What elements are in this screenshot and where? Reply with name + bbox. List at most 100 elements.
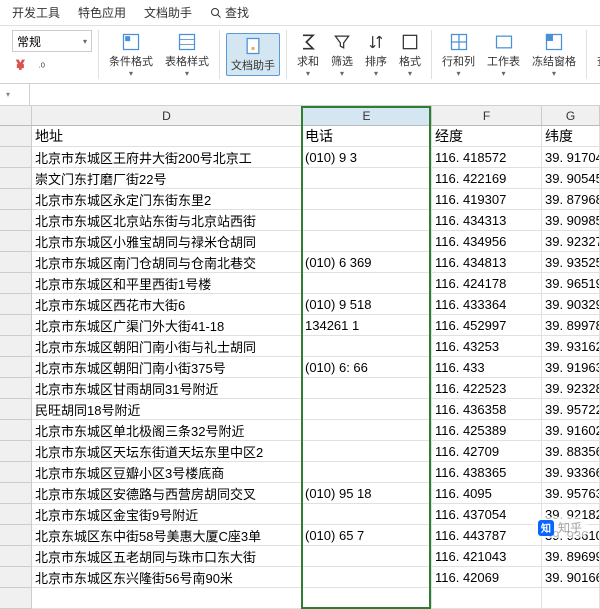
decimal-inc-button[interactable]: .0	[36, 54, 58, 76]
row-header[interactable]	[0, 147, 32, 168]
cell[interactable]	[302, 210, 432, 230]
cell[interactable]: 北京市东城区西花市大街6	[32, 294, 302, 314]
cell[interactable]: 经度	[432, 126, 542, 146]
number-format-combo[interactable]: 常规 ▾	[12, 30, 92, 52]
cell[interactable]: 39. 883564	[542, 441, 600, 461]
cell[interactable]: 39. 95722	[542, 399, 600, 419]
cell[interactable]: 北京市东城区朝阳门南小街与礼士胡同	[32, 336, 302, 356]
row-header[interactable]	[0, 567, 32, 588]
cell[interactable]	[302, 546, 432, 566]
cell[interactable]	[302, 189, 432, 209]
cell[interactable]: 39. 933665	[542, 462, 600, 482]
row-header[interactable]	[0, 336, 32, 357]
col-header-G[interactable]: G	[542, 106, 600, 125]
cell[interactable]	[302, 273, 432, 293]
cell[interactable]: 北京市东城区单北极阁三条32号附近	[32, 420, 302, 440]
cell[interactable]: 39. 879684	[542, 189, 600, 209]
cell[interactable]: 纬度	[542, 126, 600, 146]
cell[interactable]: 116. 43253	[432, 336, 542, 356]
cell[interactable]	[32, 588, 302, 608]
cell[interactable]: 北京市东城区永定门东街东里2	[32, 189, 302, 209]
row-header[interactable]	[0, 462, 32, 483]
cell[interactable]	[542, 588, 600, 608]
cell[interactable]: 北京市东城区广渠门外大街41-18	[32, 315, 302, 335]
row-header[interactable]	[0, 546, 32, 567]
cell[interactable]: 北京市东城区天坛东街道天坛东里中区2	[32, 441, 302, 461]
col-header-E[interactable]: E	[302, 106, 432, 125]
cell[interactable]: 116. 433364	[432, 294, 542, 314]
cell[interactable]: 地址	[32, 126, 302, 146]
cell[interactable]: 39. 957637	[542, 483, 600, 503]
cell[interactable]	[302, 504, 432, 524]
cell[interactable]	[302, 588, 432, 608]
menu-doc-helper[interactable]: 文档助手	[144, 4, 192, 21]
cell[interactable]	[302, 336, 432, 356]
row-header[interactable]	[0, 504, 32, 525]
cell[interactable]: 116. 438365	[432, 462, 542, 482]
table-style-button[interactable]: 表格样式 ▾	[161, 30, 213, 80]
doc-helper-button[interactable]: 文档助手	[226, 33, 280, 76]
cond-format-button[interactable]: 条件格式 ▾	[105, 30, 157, 80]
row-header[interactable]	[0, 294, 32, 315]
cell[interactable]: 北京市东城区和平里西街1号楼	[32, 273, 302, 293]
cell[interactable]: 39. 916025	[542, 420, 600, 440]
menu-dev-tools[interactable]: 开发工具	[12, 4, 60, 21]
freeze-button[interactable]: 冻结窗格▾	[528, 30, 580, 80]
cell[interactable]: (010) 9 518	[302, 294, 432, 314]
row-header[interactable]	[0, 231, 32, 252]
cell[interactable]: 116. 452997	[432, 315, 542, 335]
row-header[interactable]	[0, 273, 32, 294]
cell[interactable]: 116. 422523	[432, 378, 542, 398]
cell[interactable]: 116. 418572	[432, 147, 542, 167]
row-header[interactable]	[0, 168, 32, 189]
cell[interactable]: 116. 436358	[432, 399, 542, 419]
cell[interactable]: 39. 909851	[542, 210, 600, 230]
currency-button[interactable]: ¥	[12, 54, 34, 76]
cell[interactable]: 39. 90329	[542, 294, 600, 314]
cell[interactable]: (010) 6 369	[302, 252, 432, 272]
cell[interactable]	[302, 231, 432, 251]
cell[interactable]	[302, 441, 432, 461]
cell[interactable]	[302, 462, 432, 482]
cell[interactable]: 崇文门东打磨厂街22号	[32, 168, 302, 188]
cell[interactable]: 39. 919635	[542, 357, 600, 377]
col-header-D[interactable]: D	[32, 106, 302, 125]
cell[interactable]: 北京市东城区金宝街9号附近	[32, 504, 302, 524]
cell[interactable]	[302, 168, 432, 188]
cell[interactable]: 116. 419307	[432, 189, 542, 209]
cell[interactable]: 116. 425389	[432, 420, 542, 440]
cell[interactable]	[302, 567, 432, 587]
cell[interactable]: 北京市东城区王府井大街200号北京工	[32, 147, 302, 167]
cell[interactable]	[302, 399, 432, 419]
row-header[interactable]	[0, 357, 32, 378]
cell[interactable]: 北京市东城区甘雨胡同31号附近	[32, 378, 302, 398]
cell[interactable]: 39. 965193	[542, 273, 600, 293]
cell[interactable]: 北京市东城区南门仓胡同与仓南北巷交	[32, 252, 302, 272]
cell[interactable]: 39. 923275	[542, 231, 600, 251]
format-button[interactable]: 格式▾	[395, 30, 425, 80]
cell[interactable]: (010) 9 3	[302, 147, 432, 167]
cell[interactable]: 116. 4095	[432, 483, 542, 503]
cell[interactable]: 116. 433	[432, 357, 542, 377]
row-header[interactable]	[0, 588, 32, 609]
cell[interactable]	[432, 588, 542, 608]
cell[interactable]: 39. 896999	[542, 546, 600, 566]
cell[interactable]: 北京市东城区安德路与西营房胡同交叉	[32, 483, 302, 503]
col-header-F[interactable]: F	[432, 106, 542, 125]
row-header[interactable]	[0, 210, 32, 231]
cell[interactable]: 116. 434313	[432, 210, 542, 230]
cell[interactable]: 39. 917046	[542, 147, 600, 167]
cell[interactable]: (010) 65 7	[302, 525, 432, 545]
cell[interactable]: 北京东城区东中街58号美惠大厦C座3单	[32, 525, 302, 545]
data-area[interactable]: 地址电话经度纬度北京市东城区王府井大街200号北京工(010) 9 3116. …	[32, 126, 600, 609]
cell[interactable]: 116. 434813	[432, 252, 542, 272]
cell[interactable]: 116. 422169	[432, 168, 542, 188]
sum-button[interactable]: 求和▾	[293, 30, 323, 80]
cell[interactable]: 39. 905452	[542, 168, 600, 188]
row-header[interactable]	[0, 441, 32, 462]
cell[interactable]: 39. 935255	[542, 252, 600, 272]
row-header[interactable]	[0, 525, 32, 546]
cell[interactable]: 116. 421043	[432, 546, 542, 566]
row-header[interactable]	[0, 378, 32, 399]
cell[interactable]: 电话	[302, 126, 432, 146]
